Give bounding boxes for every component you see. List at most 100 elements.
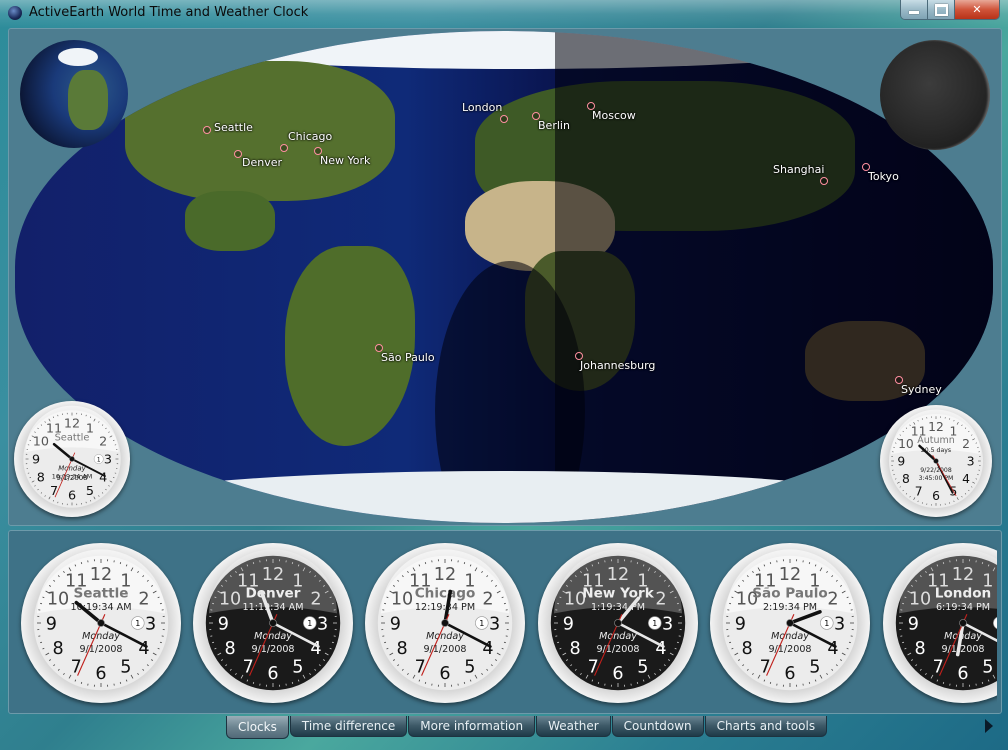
clock-day-label: Monday: [426, 631, 464, 642]
clock-tick: [331, 641, 334, 644]
city-label: Seattle: [214, 121, 253, 134]
clock-numeral: 10: [909, 590, 931, 610]
clock-face-svg: 1234567891011 12São Paulo2:19:34 PMMonday…: [722, 549, 858, 691]
clock-numeral: 2: [138, 590, 149, 610]
clock-numeral: 9: [46, 614, 57, 634]
clock-time-label: 10:19:34 AM: [52, 473, 92, 481]
clock-tick: [40, 602, 43, 605]
tab-weather[interactable]: Weather: [536, 716, 611, 737]
clock-numeral: 6: [612, 664, 623, 684]
clock-tick: [463, 562, 466, 565]
clock-denver[interactable]: 1 2 3 4 5 6 7 8 9 10 11 12 Denver 11:19:34 AM Monday 9/…: [193, 543, 353, 703]
clock-numeral: 10: [898, 437, 914, 451]
clock-tick: [808, 681, 811, 684]
clock-tick: [331, 602, 334, 605]
clock-numeral: 8: [914, 639, 925, 659]
minimize-button[interactable]: [901, 0, 928, 19]
clock-center-pin: [786, 619, 794, 627]
city-marker-chicago[interactable]: Chicago: [280, 130, 332, 152]
city-label: Denver: [242, 156, 283, 169]
city-marker-berlin[interactable]: Berlin: [532, 112, 570, 132]
maximize-button[interactable]: [928, 0, 955, 19]
clock-tick: [212, 641, 215, 644]
clock-numeral: 7: [760, 657, 771, 677]
clock-numeral: 7: [71, 657, 82, 677]
tab-countdown[interactable]: Countdown: [611, 716, 704, 737]
clock-numeral: 12: [607, 565, 629, 585]
corner-clock-right[interactable]: 123456789101112Autumn20.5 days9/22/20083…: [880, 405, 992, 517]
date-badge-label: 1: [479, 619, 484, 628]
clock-center-pin: [614, 619, 622, 627]
clock-date-label: 9/1/2008: [596, 644, 639, 655]
clock-tick: [424, 681, 427, 684]
city-marker-seattle[interactable]: Seattle: [203, 121, 253, 134]
clock-day-label: Monday: [254, 631, 292, 642]
clock-numeral: 9: [897, 454, 905, 468]
clock-seattle[interactable]: 1 2 3 4 5 6 7 8 9 10 11 12 Seattle 10:19:34 AM Monday 9…: [21, 543, 181, 703]
clock-numeral: 10: [33, 435, 49, 450]
globe-icon: [8, 6, 22, 20]
clock-tick: [597, 562, 600, 565]
title-bar[interactable]: ActiveEarth World Time and Weather Clock…: [0, 0, 1008, 28]
window-controls: ✕: [900, 0, 1000, 20]
date-badge-label: 1: [97, 457, 101, 463]
clock-center-pin: [69, 456, 75, 462]
city-marker-sao-paulo[interactable]: São Paulo: [375, 344, 435, 364]
city-marker-shanghai[interactable]: Shanghai: [773, 163, 828, 185]
city-marker-london[interactable]: London: [462, 101, 508, 123]
tab-clocks[interactable]: Clocks: [226, 716, 289, 739]
south-america: [285, 246, 415, 446]
tab-more-information[interactable]: More information: [408, 716, 536, 737]
clock-tick: [119, 562, 122, 565]
clock-tick: [159, 641, 162, 644]
world-map-panel: Seattle Denver Chicago New York London B…: [8, 28, 1002, 526]
clock-center-pin: [269, 619, 277, 627]
city-marker-johannesburg[interactable]: Johannesburg: [575, 352, 655, 372]
city-marker-sydney[interactable]: Sydney: [895, 376, 942, 396]
world-map[interactable]: [15, 31, 993, 523]
clock-new-york[interactable]: 1 2 3 4 5 6 7 8 9 10 11 12 New York 1:19:34 PM Monday 9…: [538, 543, 698, 703]
clock-center-pin: [441, 619, 449, 627]
close-button[interactable]: ✕: [955, 0, 999, 19]
earth-globe-icon[interactable]: [20, 40, 128, 148]
clock-tick: [597, 681, 600, 684]
scroll-right-arrow-icon[interactable]: [985, 719, 993, 733]
central-america: [185, 191, 275, 251]
clock-day-label: Monday: [771, 631, 809, 642]
clock-city-label: São Paulo: [752, 585, 827, 601]
clock-numeral: 2: [99, 435, 107, 450]
clock-face-svg: 123456789101112London6:19:34 PMMonday9/1…: [895, 549, 997, 691]
city-marker-denver[interactable]: Denver: [234, 150, 282, 169]
clock-numeral: 9: [218, 614, 229, 634]
clock-numeral: 10: [47, 590, 69, 610]
clock-date-label: 9/1/2008: [941, 644, 984, 655]
clock-london[interactable]: 123456789101112London6:19:34 PMMonday9/1…: [883, 543, 997, 703]
city-marker-icon: [234, 150, 242, 158]
clock-tick: [902, 641, 905, 644]
tab-time-difference[interactable]: Time difference: [289, 716, 408, 737]
city-marker-tokyo[interactable]: Tokyo: [862, 163, 899, 183]
city-marker-moscow[interactable]: Moscow: [587, 102, 636, 122]
clock-tick: [503, 602, 506, 605]
clock-numeral: 2: [962, 437, 970, 451]
moon-phase-icon[interactable]: [880, 40, 990, 150]
clock-numeral: 10: [219, 590, 241, 610]
clock-tick: [676, 602, 679, 605]
clock-numeral: 6: [267, 664, 278, 684]
maximize-icon: [934, 3, 948, 16]
clock-numeral: 6: [957, 664, 968, 684]
clock-tick: [40, 641, 43, 644]
clock-sao-paulo[interactable]: 1 2 3 4 5 6 7 8 9 10 11 12 São Paulo 2:19:34 PM Monday…: [710, 543, 870, 703]
clock-numeral: 3: [662, 614, 673, 634]
city-label: Sydney: [901, 383, 942, 396]
city-label: Chicago: [288, 130, 333, 143]
corner-clock-left[interactable]: 1 2 3 4 5 6 7 8 9 10 11 12 Seattle Monday 9/1/2008 10:1…: [14, 401, 130, 517]
clock-numeral: 12: [262, 565, 284, 585]
clock-tick: [463, 681, 466, 684]
clock-tick: [848, 641, 851, 644]
city-marker-new-york[interactable]: New York: [314, 147, 370, 167]
clock-chicago[interactable]: 1 2 3 4 5 6 7 8 9 10 11 12 Chicago 12:19:34 PM Monday 9…: [365, 543, 525, 703]
north-america: [125, 61, 395, 201]
clock-date-label: 9/22/2008: [920, 467, 952, 474]
tab-charts-and-tools[interactable]: Charts and tools: [704, 716, 828, 737]
